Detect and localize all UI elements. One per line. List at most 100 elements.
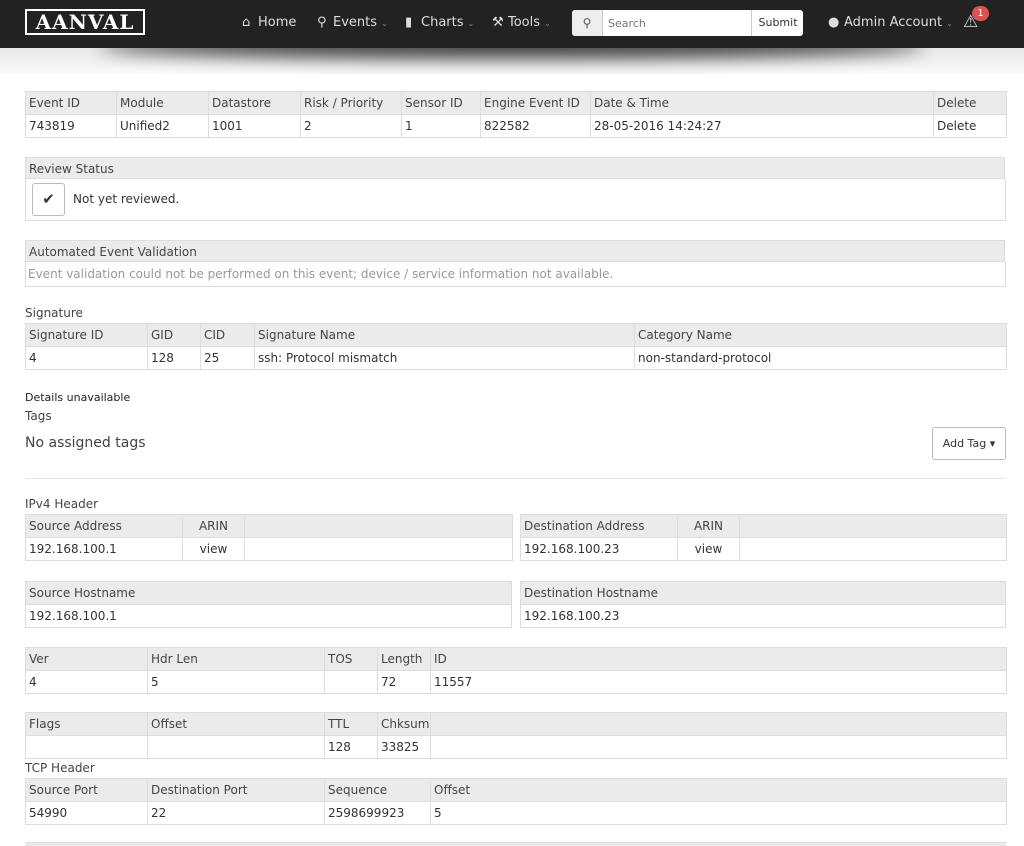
- nav-charts-label: Charts: [421, 15, 464, 30]
- cell-cid: 25: [200, 346, 255, 370]
- tcp-header-table: Source Port Destination Port Sequence Of…: [25, 778, 1007, 825]
- add-tag-label: Add Tag: [942, 437, 987, 450]
- arin-view-link[interactable]: view: [182, 537, 245, 561]
- cell-source-hostname: 192.168.100.1: [25, 604, 512, 628]
- col-event-id: Event ID: [25, 91, 117, 115]
- home-icon: ⌂: [242, 15, 251, 30]
- nav-charts[interactable]: ▮ Charts ⌄: [405, 0, 474, 48]
- nav-admin-account[interactable]: ● Admin Account ⌄: [828, 0, 953, 48]
- col-ttl: TTL: [324, 712, 378, 736]
- col-blank: [430, 712, 1007, 736]
- table-row: 192.168.100.1: [25, 604, 512, 628]
- cell-blank: [244, 537, 513, 561]
- arin-view-link[interactable]: view: [677, 537, 740, 561]
- cell-blank: [430, 735, 1007, 759]
- ipv4-header-label: IPv4 Header: [25, 497, 99, 511]
- cell-signature-id: 4: [25, 346, 148, 370]
- cell-risk-priority: 2: [300, 114, 402, 138]
- destination-address-table: Destination Address ARIN 192.168.100.23 …: [520, 514, 1007, 561]
- nav-home[interactable]: ⌂ Home: [242, 0, 296, 48]
- table-row: 4 128 25 ssh: Protocol mismatch non-stan…: [25, 346, 1007, 370]
- col-destination-port: Destination Port: [147, 778, 325, 802]
- checkmark-icon: ✔: [42, 190, 55, 208]
- col-category-name: Category Name: [634, 323, 1007, 347]
- cell-source-port: 54990: [25, 801, 148, 825]
- wrench-icon: ⚒: [492, 15, 504, 30]
- table-row: 192.168.100.1 view: [25, 537, 513, 561]
- cell-blank: [739, 537, 1007, 561]
- col-blank: [739, 514, 1007, 538]
- delete-event-link[interactable]: Delete: [933, 114, 1007, 138]
- signature-label: Signature: [25, 306, 83, 320]
- cell-category-name: non-standard-protocol: [634, 346, 1007, 370]
- source-address-table: Source Address ARIN 192.168.100.1 view: [25, 514, 513, 561]
- source-hostname-table: Source Hostname 192.168.100.1: [25, 581, 512, 628]
- divider: [25, 478, 1006, 479]
- chevron-down-icon: ⌄: [946, 19, 953, 28]
- details-unavailable-text: Details unavailable: [25, 391, 131, 404]
- top-navbar: AANVAL ⌂ Home ⚲ Events ⌄ ▮ Charts ⌄ ⚒ Tools ⌄ ⚲…: [0, 0, 1024, 48]
- signature-table: Signature ID GID CID Signature Name Cate…: [25, 323, 1007, 370]
- cell-ttl: 128: [324, 735, 378, 759]
- chevron-down-icon: ⌄: [381, 19, 388, 28]
- no-tags-text: No assigned tags: [25, 435, 146, 451]
- table-header-row: Source Hostname: [25, 581, 512, 605]
- nav-events[interactable]: ⚲ Events ⌄: [317, 0, 388, 48]
- col-signature-name: Signature Name: [254, 323, 635, 347]
- add-tag-button[interactable]: Add Tag ▾: [932, 427, 1006, 460]
- cell-length: 72: [377, 670, 431, 694]
- col-destination-address: Destination Address: [520, 514, 678, 538]
- nav-account-label: Admin Account: [844, 15, 943, 30]
- table-header-row: Flags Offset TTL Chksum: [25, 712, 1007, 736]
- col-ver: Ver: [25, 647, 148, 671]
- col-offset: Offset: [430, 778, 1007, 802]
- cell-offset: [147, 735, 325, 759]
- col-arin: ARIN: [677, 514, 740, 538]
- cell-chksum: 33825: [377, 735, 431, 759]
- search-submit-button[interactable]: Submit: [751, 10, 804, 36]
- chevron-down-icon: ⌄: [467, 19, 475, 28]
- col-delete: Delete: [933, 91, 1007, 115]
- search-icon[interactable]: ⚲: [572, 10, 603, 36]
- table-header-row: Event ID Module Datastore Risk / Priorit…: [25, 91, 1007, 115]
- cell-flags: [25, 735, 148, 759]
- next-table-edge: [25, 842, 1006, 846]
- cell-signature-name: ssh: Protocol mismatch: [254, 346, 635, 370]
- col-tos: TOS: [324, 647, 378, 671]
- cell-destination-port: 22: [147, 801, 325, 825]
- table-row: 192.168.100.23 view: [520, 537, 1007, 561]
- search-form: ⚲ Submit: [572, 10, 803, 36]
- cell-destination-hostname: 192.168.100.23: [520, 604, 1006, 628]
- col-offset: Offset: [147, 712, 325, 736]
- col-signature-id: Signature ID: [25, 323, 148, 347]
- review-status-text: Not yet reviewed.: [73, 192, 180, 206]
- col-destination-hostname: Destination Hostname: [520, 581, 1006, 605]
- mark-reviewed-checkbox[interactable]: ✔: [32, 183, 65, 216]
- table-header-row: Source Address ARIN: [25, 514, 513, 538]
- cell-datastore: 1001: [208, 114, 301, 138]
- cell-ver: 4: [25, 670, 148, 694]
- nav-tools[interactable]: ⚒ Tools ⌄: [492, 0, 551, 48]
- col-gid: GID: [147, 323, 201, 347]
- review-status-header: Review Status: [25, 157, 1005, 179]
- col-hdr-len: Hdr Len: [147, 647, 325, 671]
- col-source-hostname: Source Hostname: [25, 581, 512, 605]
- col-risk-priority: Risk / Priority: [300, 91, 402, 115]
- col-datastore: Datastore: [208, 91, 301, 115]
- table-header-row: Signature ID GID CID Signature Name Cate…: [25, 323, 1007, 347]
- nav-tools-label: Tools: [508, 15, 541, 30]
- col-length: Length: [377, 647, 431, 671]
- search-icon: ⚲: [317, 15, 327, 30]
- col-arin: ARIN: [182, 514, 245, 538]
- col-sequence: Sequence: [324, 778, 431, 802]
- table-header-row: Destination Address ARIN: [520, 514, 1007, 538]
- table-row: 192.168.100.23: [520, 604, 1006, 628]
- search-input[interactable]: [604, 11, 726, 35]
- cell-id: 11557: [430, 670, 1007, 694]
- cell-destination-address: 192.168.100.23: [520, 537, 678, 561]
- table-header-row: Ver Hdr Len TOS Length ID: [25, 647, 1007, 671]
- aanval-logo[interactable]: AANVAL: [25, 9, 145, 35]
- nav-events-label: Events: [333, 15, 378, 30]
- tcp-header-label: TCP Header: [25, 761, 95, 775]
- col-date-time: Date & Time: [590, 91, 934, 115]
